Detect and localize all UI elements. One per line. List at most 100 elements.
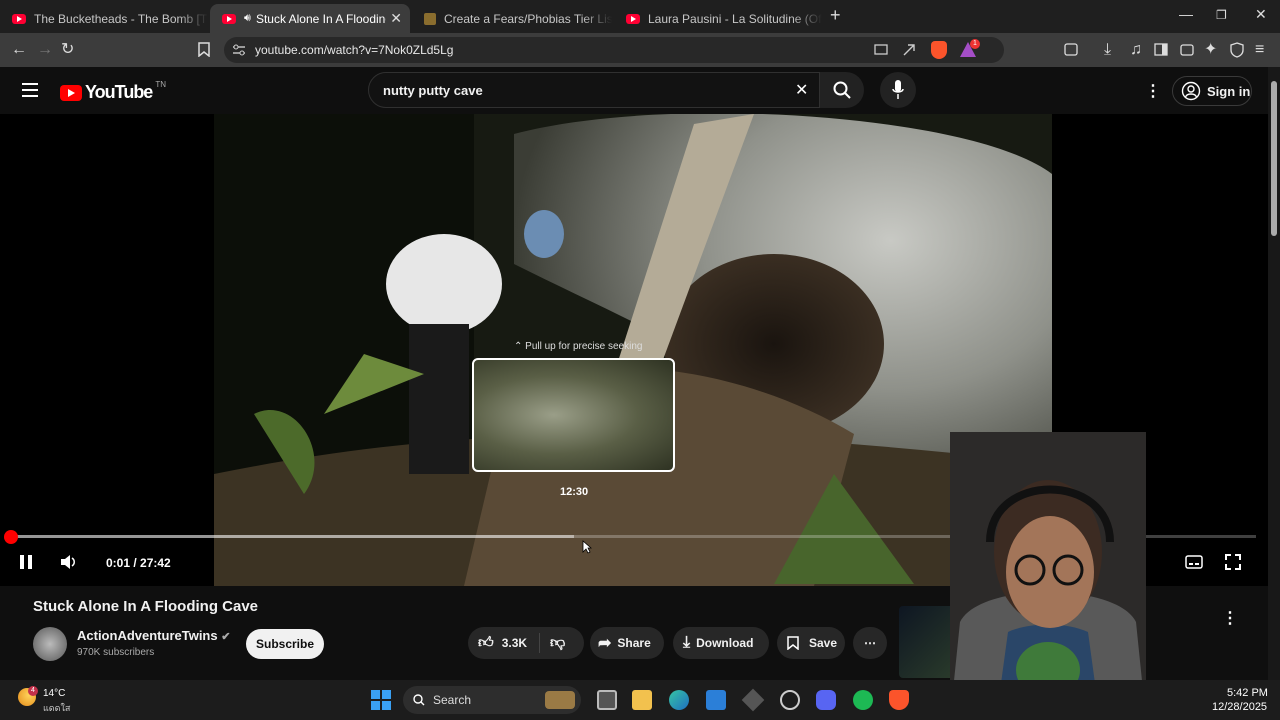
search-button[interactable]	[820, 72, 864, 108]
restore-button[interactable]: ❐	[1216, 8, 1227, 22]
seek-preview-time: 12:30	[560, 486, 589, 498]
brave-icon[interactable]	[889, 690, 909, 710]
share-page-icon[interactable]	[902, 43, 916, 57]
close-window-button[interactable]: ✕	[1255, 6, 1267, 23]
rewards-badge: 1	[970, 39, 980, 49]
hamburger-menu-icon[interactable]	[22, 83, 38, 97]
page-scrollbar[interactable]	[1268, 67, 1280, 680]
webcam-overlay	[950, 432, 1146, 720]
new-tab-button[interactable]: +	[830, 6, 841, 24]
progress-scrubber[interactable]	[4, 530, 18, 544]
subscriber-count: 970K subscribers	[77, 647, 155, 658]
seek-preview-thumbnail	[472, 358, 675, 472]
thumbs-up-icon: 👍︎	[478, 634, 494, 651]
file-explorer-icon[interactable]	[632, 690, 652, 710]
windows-taskbar: 4 14°C แดดใส Search 5:42 PM 12/28/2025	[0, 680, 1280, 720]
youtube-favicon-icon	[222, 13, 236, 24]
youtube-logo-text: YouTube	[85, 82, 153, 102]
minimize-button[interactable]: —	[1179, 6, 1193, 22]
youtube-logo[interactable]: YouTube TN	[60, 80, 166, 103]
voice-search-button[interactable]	[880, 72, 916, 108]
wallet-icon[interactable]	[1180, 43, 1194, 56]
edge-icon[interactable]	[669, 690, 689, 710]
media-controls-icon[interactable]: ♫	[1130, 41, 1142, 59]
like-count: 3.3K	[501, 636, 528, 650]
youtube-header: YouTube TN nutty putty cave ✕ ⋮ Sign in	[0, 67, 1268, 114]
search-input[interactable]: nutty putty cave ✕	[368, 72, 820, 108]
youtube-play-logo-icon	[60, 84, 82, 101]
save-playlist-icon	[787, 636, 799, 650]
country-code: TN	[155, 80, 166, 89]
channel-name[interactable]: ActionAdventureTwins ✔	[77, 628, 230, 643]
fullscreen-icon[interactable]	[1225, 554, 1241, 570]
browser-tab-bar: The Bucketheads - The Bomb [These 🔊︎ Stu…	[0, 0, 1280, 33]
back-button[interactable]: ←	[11, 41, 27, 59]
site-settings-icon[interactable]	[232, 44, 246, 56]
seek-hint: ⌃ Pull up for precise seeking	[514, 341, 643, 352]
like-dislike-group: 👍︎ 3.3K 👎︎	[468, 627, 584, 659]
verified-icon: ✔	[221, 631, 231, 643]
tab-title: Stuck Alone In A Flooding Cav	[255, 11, 386, 26]
share-icon: ➦	[598, 635, 612, 652]
downloads-icon[interactable]: ⤓	[1104, 41, 1111, 59]
brave-shields-icon[interactable]	[931, 41, 947, 59]
browser-menu-icon[interactable]: ≡	[1255, 41, 1264, 59]
browser-toolbar: ← → ↻ youtube.com/watch?v=7Nok0ZLd5Lg 1 …	[0, 33, 1280, 67]
pause-button[interactable]	[19, 554, 33, 570]
clock-time[interactable]: 5:42 PM	[1227, 687, 1268, 699]
time-display: 0:01 / 27:42	[106, 556, 171, 570]
clock-date[interactable]: 12/28/2025	[1212, 701, 1267, 713]
obs-icon[interactable]	[741, 688, 765, 712]
search-highlight-icon	[545, 691, 575, 709]
task-view-icon[interactable]	[597, 690, 617, 710]
weather-badge: 4	[28, 686, 38, 696]
youtube-favicon-icon	[626, 13, 640, 24]
weather-temp: 14°C	[43, 688, 66, 699]
volume-icon[interactable]	[60, 555, 78, 569]
leo-ai-icon[interactable]	[1064, 43, 1078, 56]
windows-start-icon[interactable]	[371, 690, 391, 710]
search-icon	[413, 694, 425, 706]
scrollbar-thumb[interactable]	[1271, 81, 1277, 236]
video-title: Stuck Alone In A Flooding Cave	[33, 598, 259, 615]
close-tab-icon[interactable]: ✕	[390, 10, 402, 27]
leo-sparkle-icon[interactable]: ✦	[1204, 41, 1217, 59]
discord-icon[interactable]	[816, 690, 836, 710]
sign-in-button[interactable]: Sign in	[1172, 76, 1252, 106]
app-icon[interactable]	[780, 690, 800, 710]
microsoft-store-icon[interactable]	[706, 690, 726, 710]
more-options-icon[interactable]: ⋮	[1145, 81, 1161, 101]
like-button[interactable]: 👍︎ 3.3K	[468, 633, 540, 653]
tab-laura-pausini[interactable]: Laura Pausini - La Solitudine (Official	[614, 4, 822, 33]
bookmark-icon[interactable]	[198, 42, 210, 57]
subtitles-icon[interactable]	[1185, 555, 1203, 569]
search-query: nutty putty cave	[383, 83, 483, 98]
taskbar-search[interactable]: Search	[403, 686, 581, 714]
address-bar[interactable]: youtube.com/watch?v=7Nok0ZLd5Lg 1	[224, 37, 1004, 63]
thumbs-down-icon: 👎︎	[550, 634, 566, 651]
sign-in-label: Sign in	[1207, 83, 1251, 99]
vpn-shield-icon[interactable]	[1230, 42, 1244, 58]
url-text: youtube.com/watch?v=7Nok0ZLd5Lg	[255, 43, 454, 57]
recommended-more-icon[interactable]: ⋮	[1222, 608, 1238, 628]
save-button[interactable]: Save	[777, 627, 845, 659]
clear-search-icon[interactable]: ✕	[795, 80, 808, 100]
tab-stuck-alone[interactable]: 🔊︎ Stuck Alone In A Flooding Cav ✕	[210, 4, 410, 33]
account-icon	[1181, 81, 1201, 101]
more-actions-button[interactable]: ⋯	[853, 627, 887, 659]
spotify-icon[interactable]	[853, 690, 873, 710]
subscribe-button[interactable]: Subscribe	[246, 629, 324, 659]
cast-icon[interactable]	[874, 44, 888, 56]
dislike-button[interactable]: 👎︎	[540, 634, 565, 652]
sidebar-icon[interactable]	[1154, 43, 1168, 56]
tiermaker-favicon-icon	[424, 12, 436, 25]
reload-button[interactable]: ↻	[61, 41, 74, 59]
download-button[interactable]: ⤓ Download	[673, 627, 769, 659]
youtube-favicon-icon	[12, 13, 26, 24]
forward-button[interactable]: →	[37, 41, 53, 59]
share-button[interactable]: ➦ Share	[590, 627, 664, 659]
tab-bucketheads[interactable]: The Bucketheads - The Bomb [These	[0, 4, 208, 33]
mouse-cursor-icon	[582, 540, 592, 554]
tab-tier-list[interactable]: Create a Fears/Phobias Tier List - Tier	[412, 4, 612, 33]
channel-avatar[interactable]	[33, 627, 67, 661]
